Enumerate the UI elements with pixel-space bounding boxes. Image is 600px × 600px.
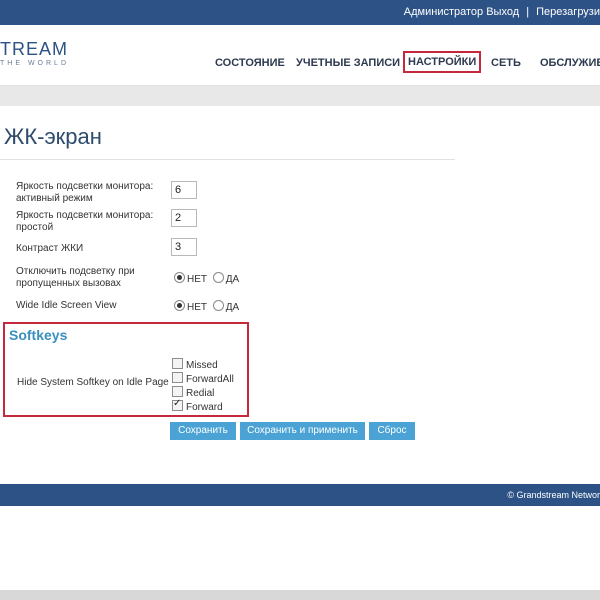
save-button[interactable]: Сохранить <box>170 422 236 440</box>
header: TREAM THE WORLD СОСТОЯНИЕ УЧЕТНЫЕ ЗАПИСИ… <box>0 25 600 86</box>
disable-backlight-missed-label: Отключить подсветку при пропущенных вызо… <box>16 266 135 289</box>
forwardall-checkbox[interactable] <box>172 372 183 383</box>
forward-checkbox-label: Forward <box>186 402 223 413</box>
link-separator: | <box>526 6 530 18</box>
wide-no-label: НЕТ <box>187 302 207 313</box>
reboot-link[interactable]: Перезагрузи <box>536 6 600 18</box>
softkey-forwardall-option[interactable]: ForwardAll <box>172 372 234 385</box>
wide-yes-radio[interactable] <box>212 300 224 311</box>
missed-yes-label: ДА <box>225 274 240 285</box>
wide-no-radio[interactable] <box>174 300 185 311</box>
softkey-missed-option[interactable]: Missed <box>172 358 218 371</box>
save-apply-button[interactable]: Сохранить и применить <box>240 422 365 440</box>
redial-checkbox-label: Redial <box>186 388 215 399</box>
nav-accounts[interactable]: УЧЕТНЫЕ ЗАПИСИ <box>296 57 400 69</box>
hide-softkey-label: Hide System Softkey on Idle Page <box>17 377 169 388</box>
missed-yes-radio[interactable] <box>212 272 224 283</box>
backlight-idle-input[interactable]: 2 <box>171 209 197 227</box>
wide-yes-label: ДА <box>225 302 240 313</box>
wide-idle-radios: НЕТ ДА <box>174 300 242 313</box>
softkey-forward-option[interactable]: Forward <box>172 398 223 413</box>
footer-copyright: © Grandstream Networ <box>507 490 600 500</box>
top-bar: Администратор Выход | Перезагрузи <box>0 0 600 25</box>
backlight-active-input[interactable]: 6 <box>171 181 197 199</box>
nav-network[interactable]: СЕТЬ <box>491 57 521 69</box>
backlight-active-label: Яркость подсветки монитора: активный реж… <box>16 181 154 204</box>
forward-checkbox[interactable] <box>172 398 183 411</box>
missed-no-label: НЕТ <box>187 274 207 285</box>
footer: © Grandstream Networ <box>0 484 600 506</box>
top-bar-links: Администратор Выход | Перезагрузи <box>404 6 600 18</box>
wide-idle-label: Wide Idle Screen View <box>16 300 117 311</box>
disable-backlight-missed-radios: НЕТ ДА <box>174 272 242 285</box>
title-divider <box>0 159 455 160</box>
nav-settings[interactable]: НАСТРОЙКИ <box>403 51 482 73</box>
lcd-contrast-input[interactable]: 3 <box>171 238 197 256</box>
missed-checkbox-label: Missed <box>186 360 218 371</box>
bottom-scroll-strip <box>0 590 600 600</box>
lcd-contrast-label: Контраст ЖКИ <box>16 243 84 254</box>
softkeys-title: Softkeys <box>9 327 68 343</box>
missed-checkbox[interactable] <box>172 358 183 369</box>
admin-user-link[interactable]: Администратор <box>404 6 483 18</box>
backlight-idle-label: Яркость подсветки монитора: простой <box>16 210 154 233</box>
subnav-band <box>0 86 600 106</box>
main-nav: СОСТОЯНИЕ УЧЕТНЫЕ ЗАПИСИ НАСТРОЙКИ СЕТЬ … <box>0 51 600 77</box>
page-title: ЖК-экран <box>4 124 102 149</box>
redial-checkbox[interactable] <box>172 386 183 397</box>
reset-button[interactable]: Сброс <box>369 422 415 440</box>
nav-maintenance[interactable]: ОБСЛУЖИВА <box>540 57 600 69</box>
logout-link[interactable]: Выход <box>486 6 519 18</box>
forwardall-checkbox-label: ForwardAll <box>186 374 234 385</box>
missed-no-radio[interactable] <box>174 272 185 283</box>
nav-status[interactable]: СОСТОЯНИЕ <box>215 57 285 69</box>
logo-main-text: TREAM <box>0 39 68 59</box>
